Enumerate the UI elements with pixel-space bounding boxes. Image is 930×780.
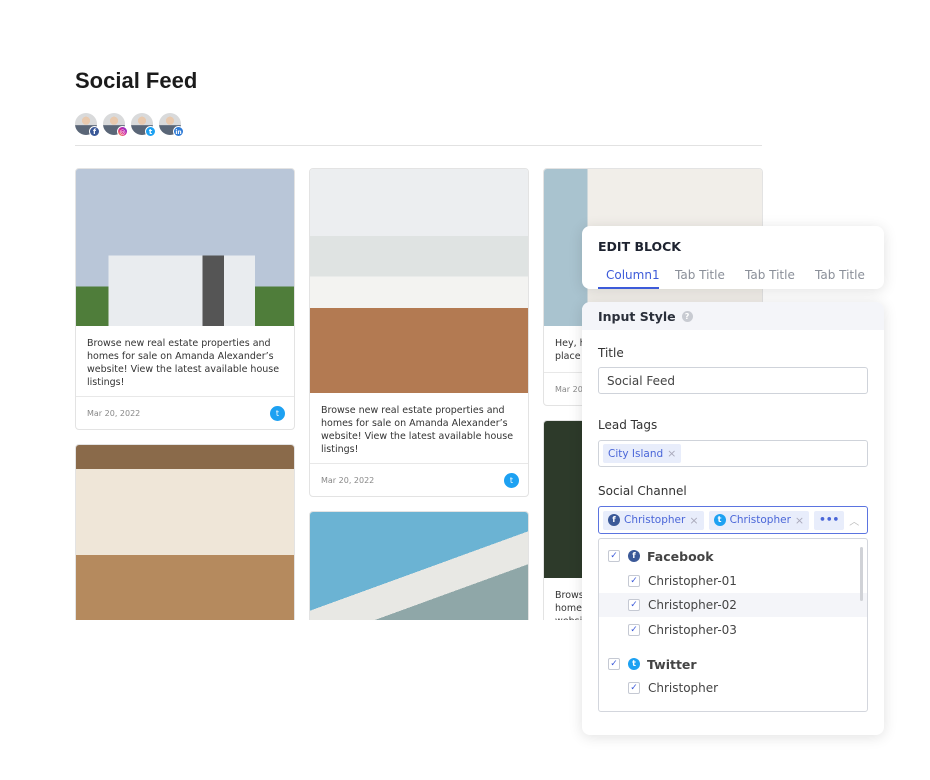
avatar-twitter[interactable]: t [131, 113, 156, 137]
post-image [310, 169, 528, 393]
facebook-icon: f [608, 514, 620, 526]
option-group-facebook[interactable]: ✓ f Facebook [599, 544, 867, 568]
option-item[interactable]: ✓ Christopher-02 [599, 593, 867, 617]
avatar-facebook[interactable]: f [75, 113, 100, 137]
feed-card[interactable] [75, 444, 295, 620]
post-image [76, 445, 294, 620]
tab-title-2[interactable]: Tab Title [675, 268, 725, 282]
option-label: Christopher-03 [648, 623, 737, 637]
post-image [310, 512, 528, 620]
scrollbar[interactable] [860, 547, 863, 601]
linkedin-icon: in [173, 126, 184, 137]
facebook-icon: f [628, 550, 640, 562]
post-image [76, 169, 294, 326]
social-channel-select[interactable]: f Christopher × t Christopher × ••• ︿ [598, 506, 868, 534]
facebook-icon: f [89, 126, 100, 137]
post-date: Mar 20, 2022 [87, 408, 141, 418]
twitter-icon: t [145, 126, 156, 137]
lead-tags-label: Lead Tags [598, 418, 658, 432]
close-icon[interactable]: × [689, 514, 698, 527]
checkbox[interactable]: ✓ [628, 599, 640, 611]
checkbox[interactable]: ✓ [628, 624, 640, 636]
page-title: Social Feed [75, 68, 198, 93]
title-input[interactable]: Social Feed [598, 367, 868, 394]
tab-title-4[interactable]: Tab Title [815, 268, 865, 282]
channel-dropdown: ✓ f Facebook ✓ Christopher-01 ✓ Christopher-… [598, 538, 868, 712]
tab-column1[interactable]: Column1 [606, 268, 660, 282]
option-item[interactable]: ✓ Christopher-03 [599, 618, 867, 642]
option-item[interactable]: ✓ Christopher-01 [599, 569, 867, 593]
channel-chip: f Christopher × [603, 510, 704, 530]
checkbox[interactable]: ✓ [608, 550, 620, 562]
tab-title-3[interactable]: Tab Title [745, 268, 795, 282]
checkbox[interactable]: ✓ [628, 575, 640, 587]
feed-card[interactable] [309, 511, 529, 620]
chip-label: Christopher [729, 514, 791, 526]
post-text: Browse new real estate properties and ho… [87, 338, 280, 388]
option-label: Christopher [648, 681, 719, 695]
feed-card[interactable]: Browse new real estate properties and ho… [75, 168, 295, 430]
tag-label: City Island [608, 447, 664, 460]
option-label: Christopher-01 [648, 574, 737, 588]
option-label: Christopher-02 [648, 598, 737, 612]
more-chips-button[interactable]: ••• [814, 510, 845, 530]
section-title: Input Style [598, 308, 676, 324]
instagram-icon: ◎ [117, 126, 128, 137]
active-tab-indicator [598, 287, 659, 289]
twitter-icon: t [713, 514, 726, 526]
chevron-up-icon[interactable]: ︿ [849, 513, 859, 528]
avatar-linkedin[interactable]: in [159, 113, 184, 137]
checkbox[interactable]: ✓ [628, 682, 640, 694]
group-label: Twitter [647, 656, 697, 672]
post-date: Mar 20, 2022 [321, 475, 375, 485]
avatar-instagram[interactable]: ◎ [103, 113, 128, 137]
group-label: Facebook [647, 548, 714, 564]
tag-chip: City Island × [603, 444, 682, 463]
option-group-twitter[interactable]: ✓ t Twitter [599, 652, 867, 676]
post-text: Browse new real estate properties and ho… [321, 405, 514, 455]
social-channel-label: Social Channel [598, 484, 687, 498]
checkbox[interactable]: ✓ [608, 658, 620, 670]
twitter-icon[interactable]: t [270, 405, 285, 421]
close-icon[interactable]: × [795, 514, 804, 527]
title-label: Title [598, 346, 624, 360]
twitter-icon[interactable]: t [504, 472, 519, 488]
close-icon[interactable]: × [667, 447, 676, 460]
help-icon[interactable]: ? [681, 310, 693, 322]
divider [75, 145, 762, 146]
feed-card[interactable]: Browse new real estate properties and ho… [309, 168, 529, 497]
chip-label: Christopher [624, 514, 686, 526]
lead-tags-input[interactable]: City Island × [598, 440, 868, 467]
twitter-icon: t [628, 658, 640, 670]
option-item[interactable]: ✓ Christopher [599, 676, 867, 700]
channel-chip: t Christopher × [708, 510, 810, 530]
edit-block-title: EDIT BLOCK [598, 239, 681, 254]
